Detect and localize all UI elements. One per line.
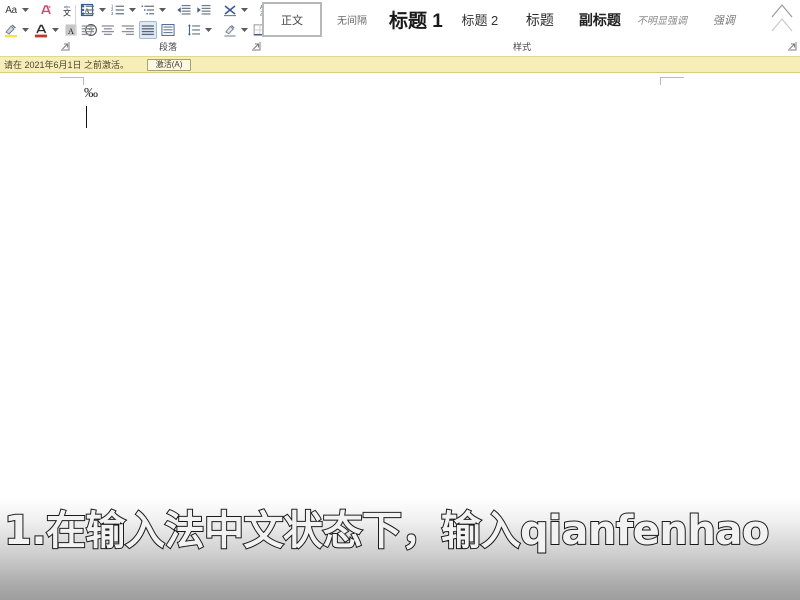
text-highlight-color-button[interactable] [2, 21, 20, 39]
caption-overlay: 1.在输入法中文状态下，输入qianfenhao [0, 498, 800, 600]
numbering-button[interactable]: 1 2 3 [109, 1, 127, 19]
bullets-caret-icon[interactable] [98, 0, 107, 20]
shading-button[interactable] [221, 21, 239, 39]
margin-marker-left [60, 77, 84, 85]
justify-button[interactable] [139, 21, 157, 39]
document-canvas[interactable]: ‰ [0, 74, 800, 498]
styles-group-label: 样式 [422, 40, 622, 54]
word-document-window: Aa abc [0, 0, 800, 600]
change-case-label: Aa [3, 5, 19, 16]
styles-dialog-launcher[interactable] [787, 41, 798, 52]
svg-text:3: 3 [111, 11, 114, 16]
ribbon-group-styles: 正文 无间隔 标题 1 标题 2 标题 副标题 不明显强调 [262, 0, 800, 56]
svg-text:文: 文 [63, 8, 71, 18]
style-item-emphasis[interactable]: 强调 [694, 2, 754, 37]
style-item-title[interactable]: 标题 [510, 2, 570, 37]
decrease-indent-button[interactable] [175, 1, 193, 19]
margin-marker-right [660, 77, 684, 85]
style-label: 标题 [526, 10, 554, 30]
activation-message: 请在 2021年6月1日 之前激活。 [4, 58, 129, 71]
style-label: 副标题 [579, 10, 621, 30]
text-cursor [86, 106, 87, 128]
style-item-subtle-emphasis[interactable]: 不明显强调 [630, 2, 694, 37]
distribute-button[interactable] [159, 21, 177, 39]
font-dialog-launcher[interactable] [60, 41, 71, 52]
permille-character: ‰ [84, 86, 98, 101]
ribbon-group-font: Aa abc [0, 0, 72, 40]
style-item-normal[interactable]: 正文 [262, 2, 322, 37]
paragraph-group-label: 段落 [76, 40, 260, 54]
font-color-button[interactable] [32, 21, 50, 39]
caption-text: 1.在输入法中文状态下，输入qianfenhao [4, 502, 800, 560]
activation-notification-bar: 请在 2021年6月1日 之前激活。 激活(A) [0, 56, 800, 73]
style-label: 标题 1 [389, 6, 443, 33]
align-center-button[interactable] [99, 21, 117, 39]
change-case-button[interactable]: Aa [2, 1, 20, 19]
chinese-layout-caret-icon[interactable] [240, 0, 249, 20]
line-spacing-button[interactable] [185, 21, 203, 39]
style-item-heading-1[interactable]: 标题 1 [382, 2, 450, 37]
chevron-up-icon[interactable] [770, 0, 794, 36]
activate-button[interactable]: 激活(A) [147, 59, 191, 71]
ribbon: Aa abc [0, 0, 800, 56]
style-label: 标题 2 [461, 10, 498, 29]
style-label: 无间隔 [337, 12, 367, 27]
ribbon-group-paragraph: 1 2 3 [76, 0, 260, 40]
svg-text:A: A [68, 26, 75, 36]
styles-gallery[interactable]: 正文 无间隔 标题 1 标题 2 标题 副标题 不明显强调 [262, 1, 774, 38]
multilevel-list-button[interactable] [139, 1, 157, 19]
change-case-caret-icon[interactable] [21, 0, 30, 20]
multilevel-list-caret-icon[interactable] [158, 0, 167, 20]
numbering-caret-icon[interactable] [128, 0, 137, 20]
text-effects-button[interactable] [38, 1, 56, 19]
align-left-button[interactable] [79, 21, 97, 39]
phonetic-guide-button[interactable]: abc 文 [58, 1, 76, 19]
bullets-button[interactable] [79, 1, 97, 19]
style-item-subtitle[interactable]: 副标题 [570, 2, 630, 37]
styles-gallery-scroll [770, 0, 792, 40]
style-label: 强调 [713, 12, 735, 28]
shading-caret-icon[interactable] [240, 20, 249, 40]
style-item-no-spacing[interactable]: 无间隔 [322, 2, 382, 37]
document-paragraph[interactable]: ‰ [84, 84, 98, 102]
style-label: 正文 [281, 12, 303, 28]
text-highlight-caret-icon[interactable] [21, 20, 30, 40]
paragraph-dialog-launcher[interactable] [251, 41, 262, 52]
increase-indent-button[interactable] [195, 1, 213, 19]
font-color-caret-icon[interactable] [51, 20, 60, 40]
style-item-heading-2[interactable]: 标题 2 [450, 2, 510, 37]
style-label: 不明显强调 [637, 12, 687, 27]
line-spacing-caret-icon[interactable] [204, 20, 213, 40]
align-right-button[interactable] [119, 21, 137, 39]
chinese-layout-button[interactable] [221, 1, 239, 19]
